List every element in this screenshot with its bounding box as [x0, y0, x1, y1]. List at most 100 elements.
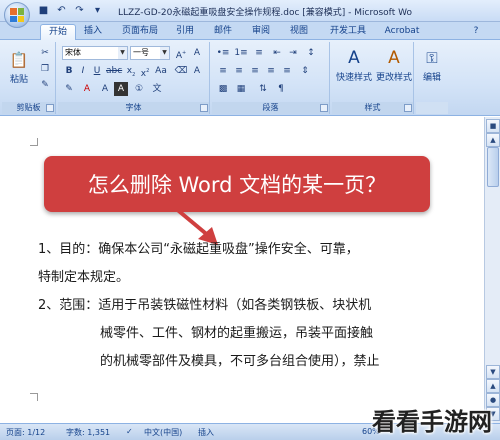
proofing-icon[interactable]: ✓: [126, 427, 133, 436]
find-icon: ⚿: [426, 49, 438, 67]
tab-page-layout[interactable]: 页面布局: [118, 24, 162, 40]
quick-styles-label: 快速样式: [335, 73, 372, 83]
ribbon: 📋 粘贴 ✂ ❐ ✎ 剪贴板 宋体 ▼ 一号 ▼ A+ A B I U abc …: [0, 40, 500, 116]
ribbon-tabs: 开始 插入 页面布局 引用 邮件 审阅 视图 开发工具 Acrobat ?: [0, 22, 500, 40]
subscript-icon[interactable]: x2: [124, 64, 138, 78]
borders-icon[interactable]: ▦: [234, 82, 248, 96]
tab-references[interactable]: 引用: [172, 24, 198, 40]
multilevel-list-icon[interactable]: ≡: [252, 46, 266, 60]
justify-icon[interactable]: ≡: [264, 64, 278, 78]
font-size-value: 一号: [133, 48, 149, 57]
tab-developer[interactable]: 开发工具: [326, 24, 370, 40]
show-marks-icon[interactable]: ¶: [274, 82, 288, 96]
paste-label: 粘贴: [9, 75, 28, 85]
format-painter-icon[interactable]: ✎: [38, 78, 52, 92]
font-size-combo[interactable]: 一号 ▼: [130, 46, 170, 60]
save-icon[interactable]: ■: [36, 3, 51, 18]
quick-styles-button[interactable]: A 快速样式: [334, 46, 374, 83]
font-group-label: 字体: [58, 102, 209, 114]
scroll-thumb[interactable]: [487, 147, 499, 187]
scroll-down-icon[interactable]: ▼: [486, 365, 500, 379]
styles-launcher-icon[interactable]: [404, 104, 412, 112]
font-name-combo[interactable]: 宋体 ▼: [62, 46, 128, 60]
line-spacing-icon[interactable]: ⇕: [298, 64, 312, 78]
font-color-icon[interactable]: A: [80, 82, 94, 96]
decrease-indent-icon[interactable]: ⇤: [270, 46, 284, 60]
font-group: 宋体 ▼ 一号 ▼ A+ A B I U abc x2 x2 Aa ⌫ ✎ A …: [58, 42, 210, 114]
font-launcher-icon[interactable]: [200, 104, 208, 112]
office-logo-icon: [10, 8, 24, 22]
sort-icon[interactable]: ⇅: [256, 82, 270, 96]
align-right-icon[interactable]: ≡: [248, 64, 262, 78]
align-left-icon[interactable]: ≡: [216, 64, 230, 78]
phonetic-guide-icon[interactable]: 文: [150, 82, 164, 96]
char-shading-icon[interactable]: A: [114, 82, 128, 96]
tab-view[interactable]: 视图: [286, 24, 312, 40]
editing-button[interactable]: ⚿ 编辑: [416, 46, 448, 83]
change-case-icon[interactable]: Aa: [154, 64, 168, 78]
window-title: LLZZ-GD-20永磁起重吸盘安全操作规程.doc [兼容模式] - Micr…: [118, 8, 412, 18]
document-line: 械零件、工件、钢材的起重搬运，吊装平面接触: [100, 326, 374, 341]
watermark-logo: 看看手游网: [372, 408, 492, 436]
shading-icon[interactable]: ▩: [216, 82, 230, 96]
ruler-toggle-icon[interactable]: ■: [486, 119, 500, 133]
paragraph-launcher-icon[interactable]: [320, 104, 328, 112]
page-corner-mark: [30, 138, 38, 146]
char-border-icon[interactable]: A: [98, 82, 112, 96]
office-button[interactable]: [4, 2, 30, 28]
shrink-font-icon[interactable]: A: [190, 46, 204, 60]
help-icon[interactable]: ?: [470, 24, 482, 40]
text-effects-icon[interactable]: A: [190, 64, 204, 78]
prev-page-icon[interactable]: ▲: [486, 379, 500, 393]
chevron-down-icon: ▼: [160, 47, 169, 59]
paste-icon: 📋: [9, 51, 29, 69]
document-line: 的机械零部件及模具，不可多台组合使用），禁止: [100, 354, 380, 369]
numbering-icon[interactable]: 1≡: [234, 46, 248, 60]
enclose-char-icon[interactable]: ①: [132, 82, 146, 96]
change-styles-label: 更改样式: [375, 73, 412, 83]
document-line: 1、目的：确保本公司“永磁起重吸盘”操作安全、可靠，: [38, 242, 359, 257]
font-name-value: 宋体: [65, 48, 81, 57]
grow-font-icon[interactable]: A+: [174, 46, 188, 61]
editing-label: 编辑: [422, 73, 441, 83]
paste-button[interactable]: 📋 粘贴: [4, 48, 34, 85]
customize-qat-icon[interactable]: ▾: [90, 3, 105, 18]
paragraph-group: •≡ 1≡ ≡ ⇤ ⇥ ↕ ≡ ≡ ≡ ≡ ≡ ⇕ ▩ ▦ ⇅ ¶ 段落: [212, 42, 330, 114]
scroll-up-icon[interactable]: ▲: [486, 133, 500, 147]
tab-home[interactable]: 开始: [40, 24, 76, 40]
title-bar: ■ ↶ ↷ ▾ LLZZ-GD-20永磁起重吸盘安全操作规程.doc [兼容模式…: [0, 0, 500, 22]
redo-icon[interactable]: ↷: [72, 3, 87, 18]
increase-indent-icon[interactable]: ⇥: [286, 46, 300, 60]
copy-icon[interactable]: ❐: [38, 62, 52, 76]
title-banner: 怎么删除 Word 文档的某一页？: [44, 156, 430, 212]
chevron-down-icon: ▼: [118, 47, 127, 59]
bold-icon[interactable]: B: [62, 64, 76, 78]
strikethrough-icon[interactable]: abc: [106, 64, 122, 78]
document-line: 特制定本规定。: [38, 270, 130, 285]
clear-formatting-icon[interactable]: ⌫: [174, 64, 188, 78]
language-indicator[interactable]: 中文(中国): [144, 427, 182, 438]
distribute-icon[interactable]: ≡: [280, 64, 294, 78]
highlight-icon[interactable]: ✎: [62, 82, 76, 96]
change-styles-button[interactable]: A 更改样式: [374, 46, 414, 83]
insert-mode-indicator[interactable]: 插入: [198, 427, 214, 438]
superscript-icon[interactable]: x2: [138, 64, 152, 79]
tab-insert[interactable]: 插入: [80, 24, 106, 40]
styles-group-label: 样式: [332, 102, 413, 114]
chinese-layout-icon[interactable]: ↕: [304, 46, 318, 60]
page-count[interactable]: 页面: 1/12: [6, 427, 45, 438]
underline-icon[interactable]: U: [90, 64, 104, 78]
tab-review[interactable]: 审阅: [248, 24, 274, 40]
banner-text: 怎么删除 Word 文档的某一页？: [87, 173, 387, 197]
tab-acrobat[interactable]: Acrobat: [382, 24, 422, 40]
italic-icon[interactable]: I: [76, 64, 90, 78]
undo-icon[interactable]: ↶: [54, 3, 69, 18]
clipboard-launcher-icon[interactable]: [46, 104, 54, 112]
tab-mailings[interactable]: 邮件: [210, 24, 236, 40]
bullets-icon[interactable]: •≡: [216, 46, 230, 60]
cut-icon[interactable]: ✂: [38, 46, 52, 60]
word-count[interactable]: 字数: 1,351: [66, 427, 110, 438]
clipboard-group: 📋 粘贴 ✂ ❐ ✎ 剪贴板: [2, 42, 56, 114]
align-center-icon[interactable]: ≡: [232, 64, 246, 78]
vertical-scrollbar[interactable]: ■ ▲ ▼ ▲ ● ▼: [484, 117, 500, 423]
